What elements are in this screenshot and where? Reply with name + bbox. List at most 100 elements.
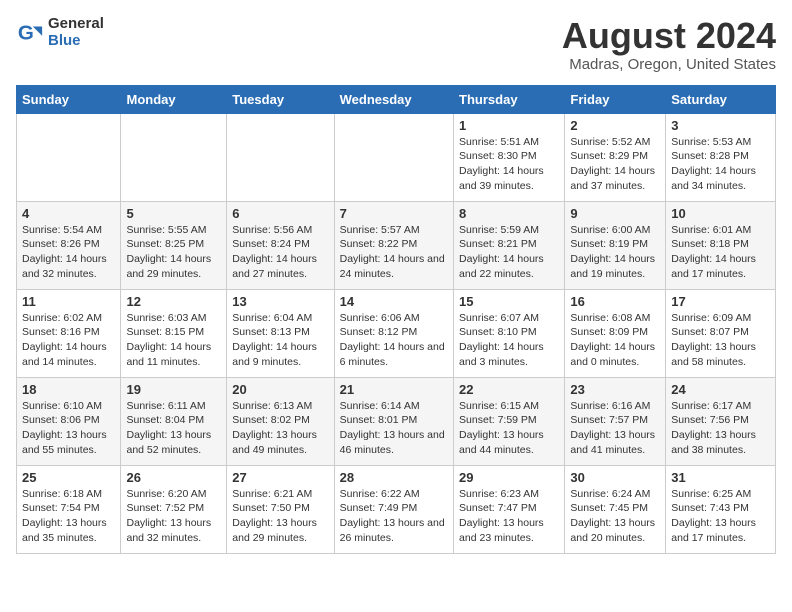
day-number: 24 <box>671 382 770 397</box>
day-number: 31 <box>671 470 770 485</box>
logo: G General Blue <box>16 16 104 49</box>
header-day-friday: Friday <box>565 85 666 113</box>
day-cell <box>334 113 453 201</box>
day-info: Sunrise: 6:08 AM Sunset: 8:09 PM Dayligh… <box>570 312 655 368</box>
day-number: 18 <box>22 382 115 397</box>
day-info: Sunrise: 6:22 AM Sunset: 7:49 PM Dayligh… <box>340 488 445 544</box>
day-cell <box>17 113 121 201</box>
day-info: Sunrise: 6:11 AM Sunset: 8:04 PM Dayligh… <box>126 400 211 456</box>
day-info: Sunrise: 6:25 AM Sunset: 7:43 PM Dayligh… <box>671 488 756 544</box>
header-day-thursday: Thursday <box>454 85 565 113</box>
header-row: SundayMondayTuesdayWednesdayThursdayFrid… <box>17 85 776 113</box>
day-number: 7 <box>340 206 448 221</box>
day-number: 16 <box>570 294 660 309</box>
week-row-3: 11Sunrise: 6:02 AM Sunset: 8:16 PM Dayli… <box>17 289 776 377</box>
day-info: Sunrise: 6:06 AM Sunset: 8:12 PM Dayligh… <box>340 312 445 368</box>
header-day-sunday: Sunday <box>17 85 121 113</box>
day-number: 3 <box>671 118 770 133</box>
day-number: 8 <box>459 206 559 221</box>
day-cell: 22Sunrise: 6:15 AM Sunset: 7:59 PM Dayli… <box>454 377 565 465</box>
day-info: Sunrise: 6:00 AM Sunset: 8:19 PM Dayligh… <box>570 224 655 280</box>
day-info: Sunrise: 6:07 AM Sunset: 8:10 PM Dayligh… <box>459 312 544 368</box>
day-info: Sunrise: 6:18 AM Sunset: 7:54 PM Dayligh… <box>22 488 107 544</box>
day-number: 15 <box>459 294 559 309</box>
day-cell: 29 Sunrise: 6:23 AM Sunset: 7:47 PM Dayli… <box>454 465 565 553</box>
calendar-subtitle: Madras, Oregon, United States <box>562 56 776 73</box>
day-cell: 28Sunrise: 6:22 AM Sunset: 7:49 PM Dayli… <box>334 465 453 553</box>
day-cell: 3 Sunrise: 5:53 AM Sunset: 8:28 PM Daylig… <box>666 113 776 201</box>
day-cell: 19 Sunrise: 6:11 AM Sunset: 8:04 PM Dayli… <box>121 377 227 465</box>
day-info: Sunrise: 5:54 AM Sunset: 8:26 PM Dayligh… <box>22 224 107 280</box>
day-number: 14 <box>340 294 448 309</box>
day-cell: 21 Sunrise: 6:14 AM Sunset: 8:01 PM Dayli… <box>334 377 453 465</box>
day-number: 26 <box>126 470 221 485</box>
day-number: 12 <box>126 294 221 309</box>
day-info: Sunrise: 5:56 AM Sunset: 8:24 PM Dayligh… <box>232 224 317 280</box>
day-cell: 6 Sunrise: 5:56 AM Sunset: 8:24 PM Daylig… <box>227 201 334 289</box>
header-day-saturday: Saturday <box>666 85 776 113</box>
day-number: 30 <box>570 470 660 485</box>
day-info: Sunrise: 6:10 AM Sunset: 8:06 PM Dayligh… <box>22 400 107 456</box>
day-number: 1 <box>459 118 559 133</box>
day-number: 19 <box>126 382 221 397</box>
day-cell <box>227 113 334 201</box>
day-cell: 8Sunrise: 5:59 AM Sunset: 8:21 PM Daylig… <box>454 201 565 289</box>
day-cell: 31 Sunrise: 6:25 AM Sunset: 7:43 PM Dayli… <box>666 465 776 553</box>
week-row-1: 1 Sunrise: 5:51 AM Sunset: 8:30 PM Daylig… <box>17 113 776 201</box>
day-info: Sunrise: 6:20 AM Sunset: 7:52 PM Dayligh… <box>126 488 211 544</box>
day-number: 5 <box>126 206 221 221</box>
day-cell: 23Sunrise: 6:16 AM Sunset: 7:57 PM Dayli… <box>565 377 666 465</box>
day-info: Sunrise: 6:23 AM Sunset: 7:47 PM Dayligh… <box>459 488 544 544</box>
day-info: Sunrise: 5:51 AM Sunset: 8:30 PM Dayligh… <box>459 136 544 192</box>
logo-icon: G <box>16 19 44 47</box>
day-info: Sunrise: 6:15 AM Sunset: 7:59 PM Dayligh… <box>459 400 544 456</box>
day-number: 9 <box>570 206 660 221</box>
day-number: 27 <box>232 470 328 485</box>
day-cell: 5 Sunrise: 5:55 AM Sunset: 8:25 PM Daylig… <box>121 201 227 289</box>
day-cell: 12 Sunrise: 6:03 AM Sunset: 8:15 PM Dayli… <box>121 289 227 377</box>
calendar-header: SundayMondayTuesdayWednesdayThursdayFrid… <box>17 85 776 113</box>
day-number: 11 <box>22 294 115 309</box>
week-row-2: 4 Sunrise: 5:54 AM Sunset: 8:26 PM Daylig… <box>17 201 776 289</box>
header-day-monday: Monday <box>121 85 227 113</box>
header-day-tuesday: Tuesday <box>227 85 334 113</box>
day-number: 2 <box>570 118 660 133</box>
day-info: Sunrise: 5:52 AM Sunset: 8:29 PM Dayligh… <box>570 136 655 192</box>
day-info: Sunrise: 5:53 AM Sunset: 8:28 PM Dayligh… <box>671 136 756 192</box>
day-number: 13 <box>232 294 328 309</box>
day-info: Sunrise: 6:01 AM Sunset: 8:18 PM Dayligh… <box>671 224 756 280</box>
day-number: 10 <box>671 206 770 221</box>
day-cell: 16 Sunrise: 6:08 AM Sunset: 8:09 PM Dayli… <box>565 289 666 377</box>
day-number: 25 <box>22 470 115 485</box>
week-row-4: 18 Sunrise: 6:10 AM Sunset: 8:06 PM Dayli… <box>17 377 776 465</box>
day-cell: 17 Sunrise: 6:09 AM Sunset: 8:07 PM Dayli… <box>666 289 776 377</box>
day-info: Sunrise: 6:14 AM Sunset: 8:01 PM Dayligh… <box>340 400 445 456</box>
day-cell: 11Sunrise: 6:02 AM Sunset: 8:16 PM Dayli… <box>17 289 121 377</box>
day-info: Sunrise: 5:57 AM Sunset: 8:22 PM Dayligh… <box>340 224 445 280</box>
day-info: Sunrise: 6:17 AM Sunset: 7:56 PM Dayligh… <box>671 400 756 456</box>
logo-blue-text: Blue <box>48 33 104 50</box>
day-cell: 14 Sunrise: 6:06 AM Sunset: 8:12 PM Dayli… <box>334 289 453 377</box>
day-cell: 1 Sunrise: 5:51 AM Sunset: 8:30 PM Daylig… <box>454 113 565 201</box>
day-number: 4 <box>22 206 115 221</box>
day-cell: 9 Sunrise: 6:00 AM Sunset: 8:19 PM Daylig… <box>565 201 666 289</box>
day-number: 21 <box>340 382 448 397</box>
day-number: 17 <box>671 294 770 309</box>
day-cell: 4 Sunrise: 5:54 AM Sunset: 8:26 PM Daylig… <box>17 201 121 289</box>
day-number: 29 <box>459 470 559 485</box>
day-info: Sunrise: 5:55 AM Sunset: 8:25 PM Dayligh… <box>126 224 211 280</box>
day-info: Sunrise: 6:13 AM Sunset: 8:02 PM Dayligh… <box>232 400 317 456</box>
day-info: Sunrise: 6:03 AM Sunset: 8:15 PM Dayligh… <box>126 312 211 368</box>
day-cell: 10 Sunrise: 6:01 AM Sunset: 8:18 PM Dayli… <box>666 201 776 289</box>
day-cell: 27Sunrise: 6:21 AM Sunset: 7:50 PM Dayli… <box>227 465 334 553</box>
day-cell: 7 Sunrise: 5:57 AM Sunset: 8:22 PM Daylig… <box>334 201 453 289</box>
day-number: 23 <box>570 382 660 397</box>
day-number: 6 <box>232 206 328 221</box>
day-cell: 15 Sunrise: 6:07 AM Sunset: 8:10 PM Dayli… <box>454 289 565 377</box>
day-cell: 24 Sunrise: 6:17 AM Sunset: 7:56 PM Dayli… <box>666 377 776 465</box>
day-info: Sunrise: 6:09 AM Sunset: 8:07 PM Dayligh… <box>671 312 756 368</box>
header: G General Blue August 2024 Madras, Orego… <box>16 16 776 73</box>
day-cell: 25 Sunrise: 6:18 AM Sunset: 7:54 PM Dayli… <box>17 465 121 553</box>
day-info: Sunrise: 6:24 AM Sunset: 7:45 PM Dayligh… <box>570 488 655 544</box>
week-row-5: 25 Sunrise: 6:18 AM Sunset: 7:54 PM Dayli… <box>17 465 776 553</box>
